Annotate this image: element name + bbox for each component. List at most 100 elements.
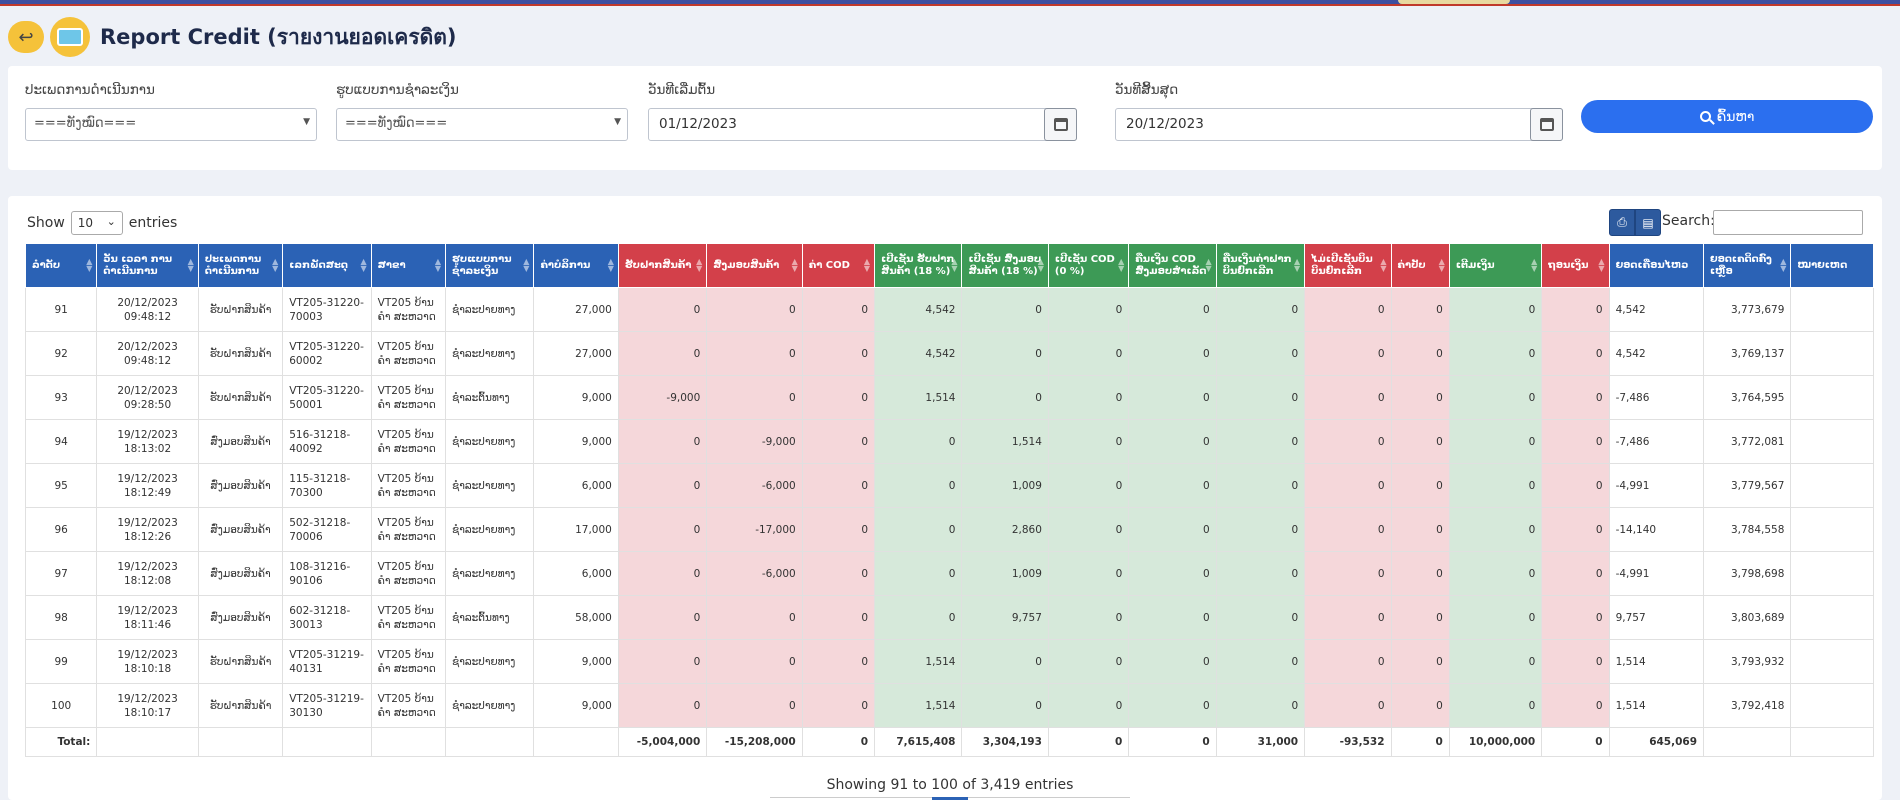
table-cell: 0: [1047, 287, 1130, 332]
sort-icon: ▲ ▼: [523, 257, 530, 273]
table-cell: VT205 ບ້ານຄຳ ສະຫວາດ: [370, 551, 447, 596]
table-cell: 100: [24, 683, 98, 728]
table-cell: 0: [1128, 375, 1217, 420]
table-cell: 0: [1541, 419, 1610, 464]
sort-icon: ▲ ▼: [1780, 257, 1787, 273]
table-cell: 0: [801, 287, 876, 332]
table-cell: VT205-31220-70003: [282, 287, 372, 332]
column-header[interactable]: ເປີເຊັນ ສົ່ງມອບ ສິນຄ້າ (18 %) ▲ ▼: [961, 243, 1049, 288]
column-header[interactable]: ເປີເຊັນ ຮັບຝາກ ສິນຄ້າ (18 %) ▲ ▼: [874, 243, 963, 288]
export-button[interactable]: ▤: [1635, 209, 1661, 236]
top-user-button[interactable]: [1398, 0, 1510, 4]
column-header[interactable]: ຄືນເງິນຄ່າຝາກ ບິນຍົກເລີກ ▲ ▼: [1215, 243, 1306, 288]
table-cell: [1790, 331, 1874, 376]
sort-icon: ▲ ▼: [1531, 257, 1538, 273]
sort-icon: ▲ ▼: [434, 257, 442, 273]
table-cell: 0: [801, 419, 876, 464]
table-cell: 0: [874, 463, 963, 508]
type-select[interactable]: ===ທັງໝົດ=== ▼: [25, 108, 317, 141]
column-header[interactable]: ສົ່ງມອບສິນຄ້າ ▲ ▼: [706, 243, 803, 288]
table-cell: 0: [874, 419, 963, 464]
column-header[interactable]: ຍອດເຄື່ອນໄຫວ: [1608, 243, 1705, 288]
table-cell: 0: [801, 507, 876, 552]
table-cell: 3,779,567: [1703, 463, 1792, 508]
column-header[interactable]: ຮູບແບບການ ຊຳລະເງິນ ▲ ▼: [445, 243, 535, 288]
table-cell: 0: [1304, 375, 1392, 420]
table-cell: [1790, 595, 1874, 640]
sort-icon: ▲ ▼: [607, 257, 614, 273]
table-search-input[interactable]: [1713, 210, 1863, 235]
column-header[interactable]: ຄ່າ COD ▲ ▼: [801, 243, 876, 288]
caret-down-icon: ▼: [303, 117, 310, 127]
end-calendar-button[interactable]: [1530, 108, 1563, 141]
back-button[interactable]: ↩: [8, 21, 44, 53]
print-button[interactable]: ⎙: [1609, 209, 1635, 236]
column-header[interactable]: ລຳດັບ ▲ ▼: [24, 243, 98, 288]
table-cell: 0: [1448, 683, 1543, 728]
sort-icon: ▲ ▼: [272, 257, 279, 273]
column-header[interactable]: ຖອນເງິນ ▲ ▼: [1541, 243, 1610, 288]
payment-filter: ຮູບແບບການຊຳລະເງິນ ===ທັງໝົດ=== ▼: [336, 82, 628, 141]
table-cell: -6,000: [706, 551, 803, 596]
totals-cell: 7,615,408: [874, 727, 963, 757]
table-cell: 0: [1047, 419, 1130, 464]
table-cell: 99: [24, 639, 98, 684]
column-header[interactable]: ຄືນເງິນ COD ສົ່ງມອບສຳເລັດ ▲ ▼: [1128, 243, 1217, 288]
table-cell: 0: [1047, 331, 1130, 376]
table-cell: 4,542: [874, 331, 963, 376]
sort-icon: ▲ ▼: [1598, 257, 1605, 273]
caret-down-icon: ▼: [614, 117, 621, 127]
column-header[interactable]: ສາຂາ ▲ ▼: [370, 243, 447, 288]
column-header[interactable]: ວັນ ເວລາ ການ ດຳເນີນການ ▲ ▼: [96, 243, 199, 288]
table-cell: [1790, 463, 1874, 508]
column-header[interactable]: ປະເພດການ ດຳເນີນການ ▲ ▼: [197, 243, 284, 288]
table-cell: 0: [617, 507, 708, 552]
table-cell: 3,769,137: [1703, 331, 1792, 376]
table-cell: 0: [617, 595, 708, 640]
start-calendar-button[interactable]: [1044, 108, 1077, 141]
column-header[interactable]: ໄມ່ເປີເຊັນບິນ ບິນຍົກເລີກ ▲ ▼: [1304, 243, 1392, 288]
table-cell: ຊຳລະປາຍທາງ: [445, 507, 535, 552]
table-cell: 20/12/2023 09:48:12: [96, 287, 199, 332]
payment-select[interactable]: ===ທັງໝົດ=== ▼: [336, 108, 628, 141]
start-date-input[interactable]: 01/12/2023: [648, 108, 1077, 141]
filter-panel: ປະເພດການດຳເນີນການ ===ທັງໝົດ=== ▼ ຮູບແບບກາ…: [8, 66, 1882, 170]
table-cell: 0: [1215, 419, 1306, 464]
top-bar: [0, 0, 1900, 6]
table-cell: VT205 ບ້ານຄຳ ສະຫວາດ: [370, 287, 447, 332]
column-header[interactable]: ເລກພັດສະດຸ ▲ ▼: [282, 243, 372, 288]
length-control: Show 10 ⌄ entries: [27, 211, 177, 235]
table-cell: 0: [1304, 463, 1392, 508]
totals-cell: 10,000,000: [1448, 727, 1543, 757]
table-cell: 0: [1541, 287, 1610, 332]
sort-icon: ▲ ▼: [1037, 257, 1044, 273]
table-cell: 3,798,698: [1703, 551, 1792, 596]
table-cell: 0: [617, 287, 708, 332]
table-cell: 19/12/2023 18:13:02: [96, 419, 199, 464]
search-button[interactable]: ຄົ້ນຫາ: [1581, 100, 1873, 133]
start-date-label: ວັນທີເລີ່ມຕົ້ນ: [648, 82, 716, 98]
table-cell: 0: [1128, 507, 1217, 552]
end-date-input[interactable]: 20/12/2023: [1115, 108, 1563, 141]
column-header[interactable]: ເປີເຊັນ COD (0 %) ▲ ▼: [1047, 243, 1130, 288]
table-cell: 0: [1448, 639, 1543, 684]
table-cell: 0: [874, 595, 963, 640]
column-header[interactable]: ຄ່າປັບ ▲ ▼: [1390, 243, 1450, 288]
table-cell: 1,514: [874, 639, 963, 684]
column-header[interactable]: ໝາຍເຫດ: [1790, 243, 1874, 288]
table-cell: 115-31218-70300: [282, 463, 372, 508]
start-date-filter: ວັນທີເລີ່ມຕົ້ນ 01/12/2023: [648, 82, 1077, 141]
table-cell: 0: [1215, 287, 1306, 332]
column-header[interactable]: ຍອດເຄດິດຄົງ ເຫຼືອ ▲ ▼: [1703, 243, 1792, 288]
table-cell: 0: [1541, 375, 1610, 420]
column-header[interactable]: ຮັບຝາກສິນຄ້າ ▲ ▼: [617, 243, 708, 288]
totals-cell: [197, 727, 284, 757]
table-cell: 0: [1390, 419, 1450, 464]
table-cell: 0: [1390, 683, 1450, 728]
back-arrow-icon: ↩: [18, 26, 34, 47]
table-cell: -4,991: [1608, 551, 1705, 596]
page-length-select[interactable]: 10 ⌄: [70, 211, 123, 235]
column-header[interactable]: ເຕີມເງິນ ▲ ▼: [1448, 243, 1543, 288]
table-row: 96 19/12/2023 18:12:26 ສົ່ງມອບສິນຄ້າ 502-31…: [24, 507, 1874, 552]
column-header[interactable]: ຄ່າບໍລິການ ▲ ▼: [533, 243, 619, 288]
